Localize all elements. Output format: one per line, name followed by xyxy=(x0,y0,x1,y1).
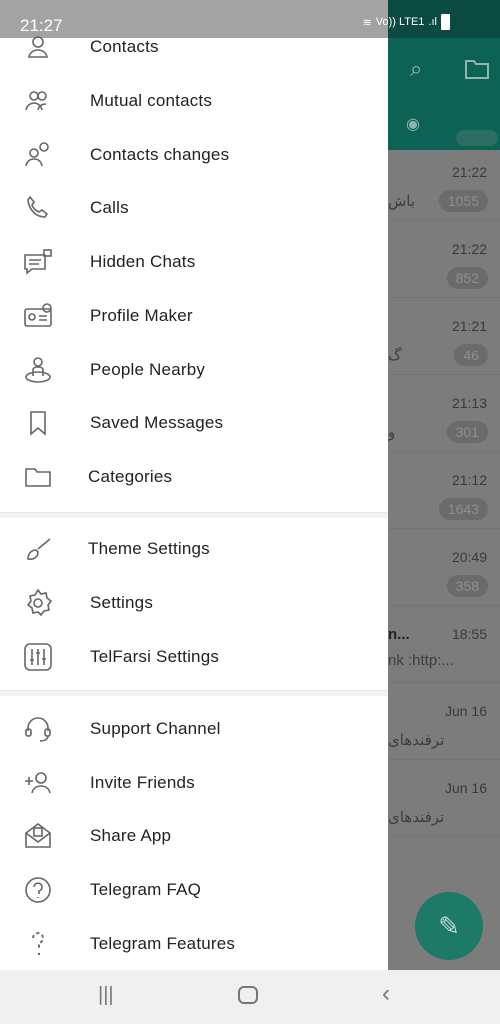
menu-label: Telegram FAQ xyxy=(90,880,202,899)
menu-label: Settings xyxy=(90,593,154,612)
menu-item-telegram-features[interactable]: Telegram Features xyxy=(0,919,388,969)
app-header: ⌕ ◉ xyxy=(388,38,500,150)
unread-badge: 1643 xyxy=(438,498,488,520)
menu-label: Hidden Chats xyxy=(90,252,196,271)
unread-badge: 301 xyxy=(446,421,488,443)
gear-icon xyxy=(26,588,53,617)
menu-item-telfarsi-settings[interactable]: TelFarsi Settings xyxy=(0,632,388,682)
menu-label: People Nearby xyxy=(90,360,206,379)
chat-row[interactable]: 21:22 باش 1055 xyxy=(388,150,500,221)
chat-row[interactable]: 21:21 گ 46 xyxy=(388,304,500,375)
chat-snippet: گ xyxy=(388,347,402,364)
divider xyxy=(0,690,388,696)
question-icon xyxy=(32,932,44,955)
chat-time: Jun 16 xyxy=(444,703,487,719)
menu-label: Contacts changes xyxy=(90,145,230,164)
menu-item-telegram-faq[interactable]: Telegram FAQ xyxy=(0,865,388,915)
menu-label: Categories xyxy=(88,467,173,486)
phone-icon xyxy=(27,195,49,218)
folder-icon[interactable] xyxy=(464,58,490,80)
chat-time: 21:21 xyxy=(451,318,487,334)
bot-icon[interactable]: ◉ xyxy=(406,114,420,134)
menu-item-settings[interactable]: Settings xyxy=(0,578,388,628)
chat-time: 21:22 xyxy=(451,241,487,257)
chat-time: 21:22 xyxy=(451,164,487,180)
navigation-drawer: Contacts Mutual contacts Contacts change… xyxy=(0,36,388,970)
question-circle-icon xyxy=(25,877,51,903)
unread-badge: 358 xyxy=(446,575,488,597)
chat-time: 20:49 xyxy=(451,549,487,565)
chat-time: Jun 16 xyxy=(444,780,487,796)
unread-badge: 852 xyxy=(446,267,488,289)
chat-row[interactable]: 21:13 و 301 xyxy=(388,381,500,452)
menu-item-calls[interactable]: Calls xyxy=(0,183,388,233)
menu-item-mutual-contacts[interactable]: Mutual contacts xyxy=(0,76,388,126)
recents-button[interactable]: ||| xyxy=(98,984,114,1007)
pencil-icon: ✎ xyxy=(438,910,460,941)
tab-indicator xyxy=(456,130,498,146)
menu-item-share-app[interactable]: Share App xyxy=(0,811,388,861)
chat-snippet: باش xyxy=(388,193,416,210)
mutual-contacts-icon xyxy=(25,91,47,111)
menu-label: Theme Settings xyxy=(88,539,210,558)
menu-item-categories[interactable]: Categories xyxy=(0,452,388,502)
add-user-icon xyxy=(25,772,51,794)
menu-label: Support Channel xyxy=(90,719,221,738)
chat-snippet: ترفندهای xyxy=(388,732,445,749)
menu-label: Share App xyxy=(90,826,172,845)
menu-item-contacts-changes[interactable]: Contacts changes xyxy=(0,130,388,180)
bookmark-icon xyxy=(30,411,46,436)
chat-snippet: ترفندهای xyxy=(388,809,445,826)
back-button[interactable]: ‹ xyxy=(382,980,390,1008)
hidden-chat-icon xyxy=(24,249,52,275)
menu-label: TelFarsi Settings xyxy=(90,647,220,666)
chat-list: 21:22 باش 1055 21:22 852 21:21 گ 46 21:13 و 301… xyxy=(388,150,500,970)
share-app-icon xyxy=(25,823,51,848)
chat-snippet: nk :http:... xyxy=(388,652,454,669)
chat-row[interactable]: 21:12 1643 xyxy=(388,458,500,529)
menu-label: Invite Friends xyxy=(90,773,195,792)
headset-icon xyxy=(25,717,51,742)
sliders-icon xyxy=(24,643,52,671)
new-message-button[interactable]: ✎ xyxy=(415,892,483,960)
signal-icon: .ıl xyxy=(428,16,437,28)
menu-item-saved-messages[interactable]: Saved Messages xyxy=(0,398,388,448)
system-nav-bar: ||| ‹ xyxy=(0,970,500,1024)
brush-icon xyxy=(27,538,51,560)
divider xyxy=(0,512,388,518)
home-button[interactable] xyxy=(238,986,258,1004)
battery-icon xyxy=(441,14,450,30)
menu-item-people-nearby[interactable]: People Nearby xyxy=(0,345,388,395)
chat-time: 18:55 xyxy=(451,626,487,642)
menu-label: Contacts xyxy=(90,37,159,56)
chat-row[interactable]: 21:22 852 xyxy=(388,227,500,298)
chat-snippet: و xyxy=(388,424,396,441)
folder-icon xyxy=(25,468,51,487)
menu-item-hidden-chats[interactable]: Hidden Chats xyxy=(0,237,388,287)
people-nearby-icon xyxy=(25,357,51,383)
chat-time: 21:13 xyxy=(451,395,487,411)
menu-item-profile-maker[interactable]: Profile Maker xyxy=(0,291,388,341)
menu-label: Telegram Features xyxy=(90,934,236,953)
menu-item-theme-settings[interactable]: Theme Settings xyxy=(0,524,388,574)
chat-title: n... xyxy=(388,626,410,643)
chat-row[interactable]: 20:49 358 xyxy=(388,535,500,606)
chat-row[interactable]: Jun 16 ترفندهای xyxy=(388,689,500,760)
menu-item-support-channel[interactable]: Support Channel xyxy=(0,704,388,754)
menu-item-contacts[interactable]: Contacts xyxy=(0,22,388,72)
unread-badge: 46 xyxy=(454,344,488,366)
contact-icon xyxy=(28,36,48,58)
menu-label: Mutual contacts xyxy=(90,91,213,110)
search-icon[interactable]: ⌕ xyxy=(410,56,422,82)
chat-row[interactable]: Jun 16 ترفندهای xyxy=(388,766,500,837)
contacts-changes-icon xyxy=(25,142,49,167)
chat-row[interactable]: 18:55 n... nk :http:... xyxy=(388,612,500,683)
profile-card-icon xyxy=(24,303,52,327)
menu-label: Profile Maker xyxy=(90,306,193,325)
unread-badge: 1055 xyxy=(438,190,488,212)
menu-label: Calls xyxy=(90,198,129,217)
menu-label: Saved Messages xyxy=(90,413,224,432)
chat-time: 21:12 xyxy=(451,472,487,488)
menu-item-invite-friends[interactable]: Invite Friends xyxy=(0,758,388,808)
